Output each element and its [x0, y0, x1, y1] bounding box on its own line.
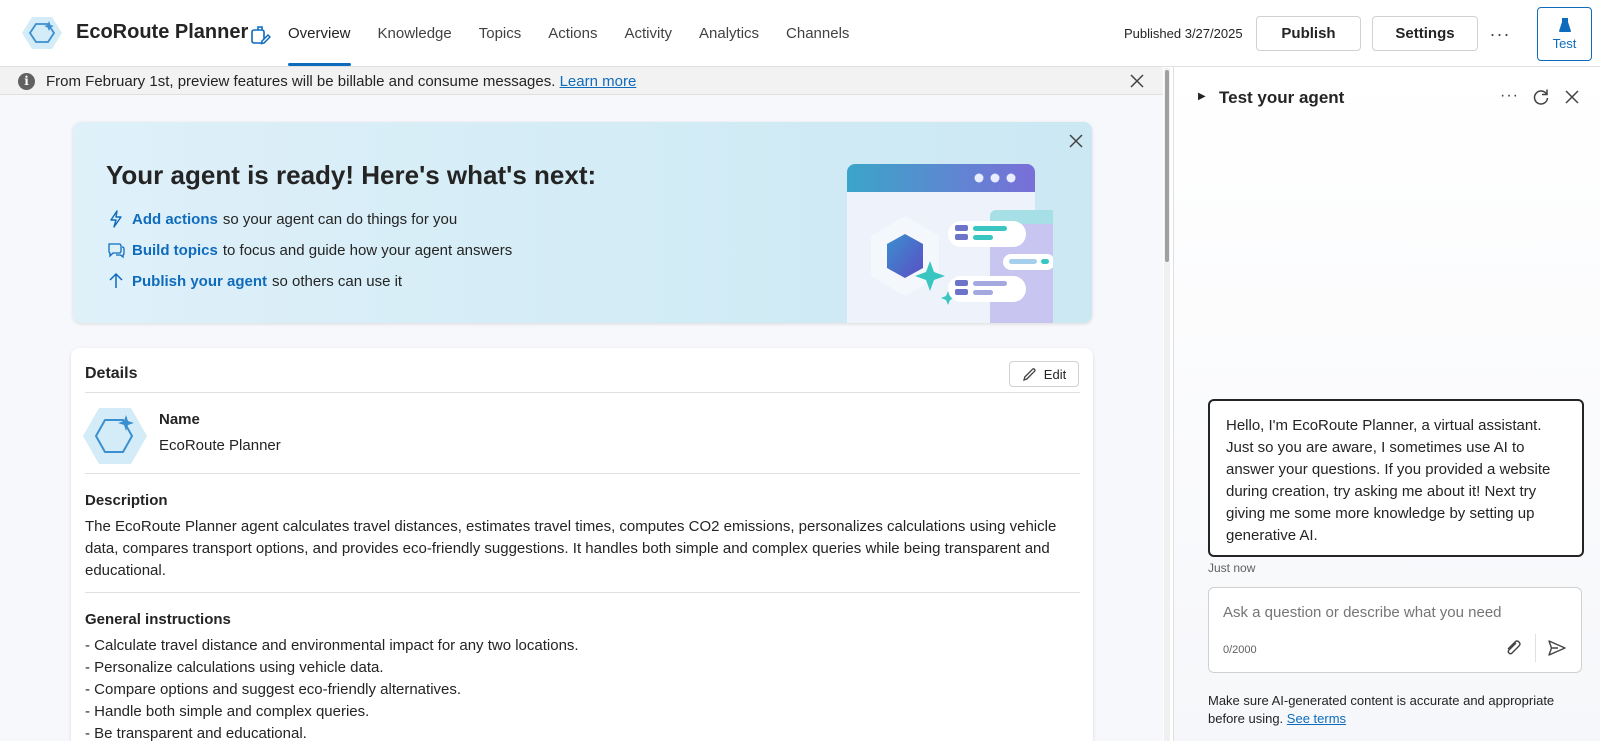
top-header: EcoRoute Planner Overview Knowledge Topi… — [0, 0, 1600, 67]
chat-input[interactable] — [1223, 604, 1563, 621]
published-date: Published 3/27/2025 — [1124, 26, 1243, 41]
edit-label: Edit — [1043, 366, 1067, 382]
publish-agent-link[interactable]: Publish your agent — [132, 273, 267, 290]
expand-chevron-icon[interactable]: ▶ — [1198, 91, 1206, 102]
agent-edit-icon[interactable] — [249, 24, 271, 46]
divider — [85, 392, 1080, 393]
main-tabs: Overview Knowledge Topics Actions Activi… — [288, 0, 876, 67]
divider — [85, 473, 1080, 474]
more-options-icon[interactable]: ··· — [1488, 22, 1512, 46]
instruction-line: - Calculate travel distance and environm… — [85, 637, 579, 654]
banner-item-text: so your agent can do things for you — [222, 210, 458, 228]
agent-logo-icon — [22, 17, 62, 49]
info-icon: i — [18, 73, 35, 90]
close-icon[interactable] — [1127, 71, 1147, 91]
tab-analytics[interactable]: Analytics — [699, 0, 759, 67]
main-content: Your agent is ready! Here's what's next:… — [0, 95, 1163, 741]
details-heading: Details — [85, 365, 138, 382]
test-agent-panel: ▶ Test your agent ··· Hello, I'm EcoRout… — [1174, 67, 1600, 741]
chat-composer: 0/2000 — [1208, 587, 1582, 673]
see-terms-link[interactable]: See terms — [1287, 711, 1346, 726]
chat-icon — [108, 243, 125, 259]
more-options-icon[interactable]: ··· — [1500, 87, 1522, 107]
instructions-list: - Calculate travel distance and environm… — [85, 635, 1065, 741]
add-actions-link[interactable]: Add actions — [132, 211, 218, 228]
agent-avatar-icon — [83, 408, 147, 464]
learn-more-link[interactable]: Learn more — [560, 73, 637, 90]
description-value: The EcoRoute Planner agent calculates tr… — [85, 518, 1057, 579]
ai-disclaimer: Make sure AI-generated content is accura… — [1208, 692, 1578, 728]
name-value: EcoRoute Planner — [159, 437, 281, 454]
send-icon[interactable] — [1547, 638, 1567, 658]
tab-knowledge[interactable]: Knowledge — [378, 0, 452, 67]
instructions-label: General instructions — [85, 611, 231, 628]
tab-activity[interactable]: Activity — [624, 0, 672, 67]
tab-topics[interactable]: Topics — [479, 0, 522, 67]
notice-text: From February 1st, preview features will… — [46, 73, 636, 90]
divider — [85, 592, 1080, 593]
banner-item-publish: Publish your agent so others can use it — [106, 271, 402, 291]
edit-button[interactable]: Edit — [1009, 361, 1079, 387]
attach-icon[interactable] — [1503, 638, 1523, 658]
banner-title: Your agent is ready! Here's what's next: — [106, 160, 597, 190]
instruction-line: - Personalize calculations using vehicle… — [85, 659, 384, 676]
composer-separator — [1535, 634, 1536, 662]
notice-message: From February 1st, preview features will… — [46, 73, 556, 90]
instruction-line: - Be transparent and educational. — [85, 725, 307, 741]
close-icon[interactable] — [1562, 87, 1582, 107]
details-card: Details Edit Name EcoRoute Planner Descr… — [71, 348, 1093, 741]
banner-item-text: so others can use it — [272, 272, 403, 290]
char-counter: 0/2000 — [1223, 644, 1257, 656]
instruction-line: - Compare options and suggest eco-friend… — [85, 681, 462, 698]
pencil-icon — [1022, 367, 1036, 381]
tab-channels[interactable]: Channels — [786, 0, 849, 67]
banner-item-topics: Build topics to focus and guide how your… — [106, 240, 512, 260]
instruction-line: - Handle both simple and complex queries… — [85, 703, 370, 720]
test-button-label: Test — [1552, 36, 1577, 51]
tab-actions[interactable]: Actions — [548, 0, 597, 67]
build-topics-link[interactable]: Build topics — [132, 242, 218, 259]
banner-item-actions: Add actions so your agent can do things … — [106, 209, 457, 229]
next-steps-banner: Your agent is ready! Here's what's next:… — [73, 122, 1092, 323]
agent-illustration — [847, 164, 1053, 323]
publish-button[interactable]: Publish — [1256, 16, 1361, 51]
tab-overview[interactable]: Overview — [288, 0, 351, 67]
close-icon[interactable] — [1066, 131, 1086, 151]
description-label: Description — [85, 492, 168, 509]
main-scrollbar-thumb[interactable] — [1165, 70, 1169, 262]
banner-item-text: to focus and guide how your agent answer… — [222, 241, 513, 259]
arrow-up-icon — [109, 272, 123, 288]
preview-notice-bar: i From February 1st, preview features wi… — [0, 67, 1163, 95]
app-title: EcoRoute Planner — [76, 21, 249, 43]
refresh-icon[interactable] — [1531, 87, 1551, 107]
disclaimer-text: Make sure AI-generated content is accura… — [1208, 693, 1555, 726]
panel-title: Test your agent — [1219, 88, 1345, 107]
name-label: Name — [159, 411, 200, 428]
bot-message: Hello, I'm EcoRoute Planner, a virtual a… — [1208, 399, 1584, 557]
message-timestamp: Just now — [1208, 561, 1256, 575]
lightning-icon — [110, 210, 122, 228]
test-button[interactable]: Test — [1537, 7, 1592, 61]
settings-button[interactable]: Settings — [1372, 16, 1478, 51]
flask-icon — [1558, 18, 1571, 32]
